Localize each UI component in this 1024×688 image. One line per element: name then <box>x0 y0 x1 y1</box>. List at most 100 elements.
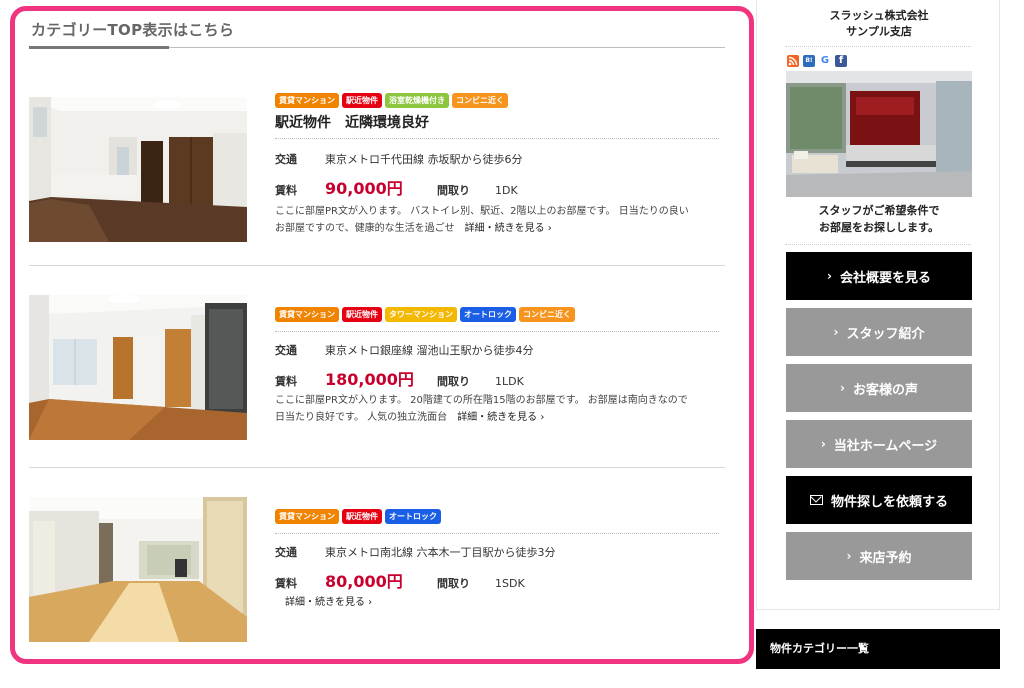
room-photo-1 <box>29 97 247 242</box>
rent-label: 賃料 <box>275 184 297 197</box>
description-line: ここに部屋PR文が入ります。 バストイレ別、駅近、2階以上のお部屋です。 日当た… <box>275 206 689 217</box>
dotted-divider <box>275 533 719 534</box>
company-name: スラッシュ株式会社 サンプル支店 <box>757 8 1001 40</box>
tag-badge: オートロック <box>460 307 516 322</box>
listing-2[interactable]: 賃貸マンション 駅近物件 タワーマンション オートロック コンビニ近く 交通 東… <box>29 291 725 441</box>
rent-row: 賃料 180,000円 間取り 1LDK <box>275 366 725 390</box>
chevron-right-icon: › <box>846 549 852 563</box>
transit-value: 東京メトロ千代田線 赤坂駅から徒歩6分 <box>325 153 523 166</box>
tag-badge: 駅近物件 <box>342 93 382 108</box>
details-link[interactable]: 詳細・続きを見る › <box>465 223 552 234</box>
transit-label: 交通 <box>275 546 297 559</box>
details-link[interactable]: 詳細・続きを見る › <box>457 412 544 423</box>
property-title[interactable]: 駅近物件 近隣環境良好 <box>275 112 725 131</box>
category-top-panel: カテゴリーTOP表示はこちら 賃貸マンション 駅近物件 浴室乾燥機付き コンビニ… <box>10 6 754 664</box>
google-icon[interactable]: G <box>819 55 831 67</box>
tag-badge: 浴室乾燥機付き <box>385 93 449 108</box>
hatena-icon[interactable]: B! <box>803 55 815 67</box>
listing-separator <box>29 467 725 468</box>
tag-badge: コンビニ近く <box>452 93 508 108</box>
section-title[interactable]: カテゴリーTOP表示はこちら <box>31 19 234 40</box>
tag-badge: 駅近物件 <box>342 509 382 524</box>
rss-icon[interactable] <box>787 55 799 67</box>
layout-value: 1DK <box>495 184 518 197</box>
transit-value: 東京メトロ南北線 六本木一丁目駅から徒歩3分 <box>325 546 556 559</box>
request-search-button[interactable]: 物件探しを依頼する <box>786 476 972 524</box>
rent-label: 賃料 <box>275 577 297 590</box>
property-description: ここに部屋PR文が入ります。 バストイレ別、駅近、2階以上のお部屋です。 日当た… <box>275 203 725 237</box>
layout-label: 間取り <box>437 577 470 590</box>
description-text: 日当たり良好です。 人気の独立洗面台 <box>275 412 448 423</box>
rent-row: 賃料 80,000円 間取り 1SDK <box>275 568 725 592</box>
room-photo-3 <box>29 497 247 642</box>
branch-name: サンプル支店 <box>846 25 912 38</box>
staff-intro-button[interactable]: › スタッフ紹介 <box>786 308 972 356</box>
property-description: ここに部屋PR文が入ります。 20階建ての所在階15階のお部屋です。 お部屋は南… <box>275 392 725 426</box>
dotted-divider <box>275 138 719 139</box>
button-label: スタッフ紹介 <box>846 326 925 342</box>
staff-message-line: スタッフがご希望条件で <box>818 204 940 217</box>
staff-office-photo <box>786 71 972 197</box>
transit-row: 交通 東京メトロ銀座線 溜池山王駅から徒歩4分 <box>275 342 725 358</box>
sidebar: スラッシュ株式会社 サンプル支店 B! G f スタッフがご希望条件で お部屋を… <box>756 0 1000 610</box>
button-label: 物件探しを依頼する <box>830 494 948 510</box>
listing-separator <box>29 265 725 266</box>
listing-info: 賃貸マンション 駅近物件 浴室乾燥機付き コンビニ近く 駅近物件 近隣環境良好 … <box>275 93 725 237</box>
dotted-divider <box>785 244 971 245</box>
company-overview-button[interactable]: › 会社概要を見る <box>786 252 972 300</box>
tag-badge: 賃貸マンション <box>275 307 339 322</box>
dotted-divider <box>785 46 971 47</box>
listing-info: 賃貸マンション 駅近物件 タワーマンション オートロック コンビニ近く 交通 東… <box>275 307 725 426</box>
tag-badge: 賃貸マンション <box>275 93 339 108</box>
mail-icon <box>809 495 823 505</box>
chevron-right-icon: › <box>827 269 832 283</box>
tag-list: 賃貸マンション 駅近物件 浴室乾燥機付き コンビニ近く <box>275 93 725 108</box>
office-image <box>786 71 972 197</box>
dotted-divider <box>275 331 719 332</box>
rent-price: 80,000円 <box>325 572 403 591</box>
tag-list: 賃貸マンション 駅近物件 オートロック <box>275 509 725 524</box>
tag-badge: コンビニ近く <box>519 307 575 322</box>
rent-price: 180,000円 <box>325 370 414 389</box>
rent-price: 90,000円 <box>325 179 403 198</box>
staff-message-line-2: お部屋をお探しします。 <box>819 221 939 234</box>
property-description: 詳細・続きを見る › <box>275 594 725 611</box>
description-text: お部屋ですので、健康的な生活を過ごせ <box>275 223 455 234</box>
layout-label: 間取り <box>437 184 470 197</box>
homepage-button[interactable]: › 当社ホームページ <box>786 420 972 468</box>
layout-value: 1LDK <box>495 375 524 388</box>
customer-voice-button[interactable]: › お客様の声 <box>786 364 972 412</box>
visit-reservation-button[interactable]: › 来店予約 <box>786 532 972 580</box>
listing-photo[interactable] <box>29 295 247 440</box>
description-line-2: お部屋ですので、健康的な生活を過ごせ 詳細・続きを見る › <box>275 220 725 237</box>
tag-badge: タワーマンション <box>385 307 457 322</box>
facebook-icon[interactable]: f <box>835 55 847 67</box>
chevron-right-icon: › <box>820 437 826 451</box>
transit-row: 交通 東京メトロ千代田線 赤坂駅から徒歩6分 <box>275 151 725 167</box>
layout-label: 間取り <box>437 375 470 388</box>
room-photo-2 <box>29 295 247 440</box>
listing-photo[interactable] <box>29 97 247 242</box>
tag-badge: 駅近物件 <box>342 307 382 322</box>
tag-badge: オートロック <box>385 509 441 524</box>
company-name-line: スラッシュ株式会社 <box>829 9 929 22</box>
tag-badge: 賃貸マンション <box>275 509 339 524</box>
property-category-list-header[interactable]: 物件カテゴリー一覧 <box>756 629 1000 669</box>
button-label: 来店予約 <box>859 550 912 566</box>
transit-value: 東京メトロ銀座線 溜池山王駅から徒歩4分 <box>325 344 534 357</box>
title-rule-accent <box>29 46 169 49</box>
listing-1[interactable]: 賃貸マンション 駅近物件 浴室乾燥機付き コンビニ近く 駅近物件 近隣環境良好 … <box>29 89 725 242</box>
button-label: 会社概要を見る <box>839 270 931 286</box>
rent-label: 賃料 <box>275 375 297 388</box>
listing-photo[interactable] <box>29 497 247 642</box>
transit-label: 交通 <box>275 153 297 166</box>
chevron-right-icon: › <box>833 325 839 339</box>
tag-list: 賃貸マンション 駅近物件 タワーマンション オートロック コンビニ近く <box>275 307 725 322</box>
social-icons: B! G f <box>787 55 847 67</box>
transit-label: 交通 <box>275 344 297 357</box>
button-label: 当社ホームページ <box>833 438 938 454</box>
listing-3[interactable]: 賃貸マンション 駅近物件 オートロック 交通 東京メトロ南北線 六本木一丁目駅か… <box>29 493 725 643</box>
staff-message: スタッフがご希望条件で お部屋をお探しします。 <box>757 202 1001 236</box>
chevron-right-icon: › <box>840 381 845 395</box>
details-link[interactable]: 詳細・続きを見る › <box>285 597 372 608</box>
